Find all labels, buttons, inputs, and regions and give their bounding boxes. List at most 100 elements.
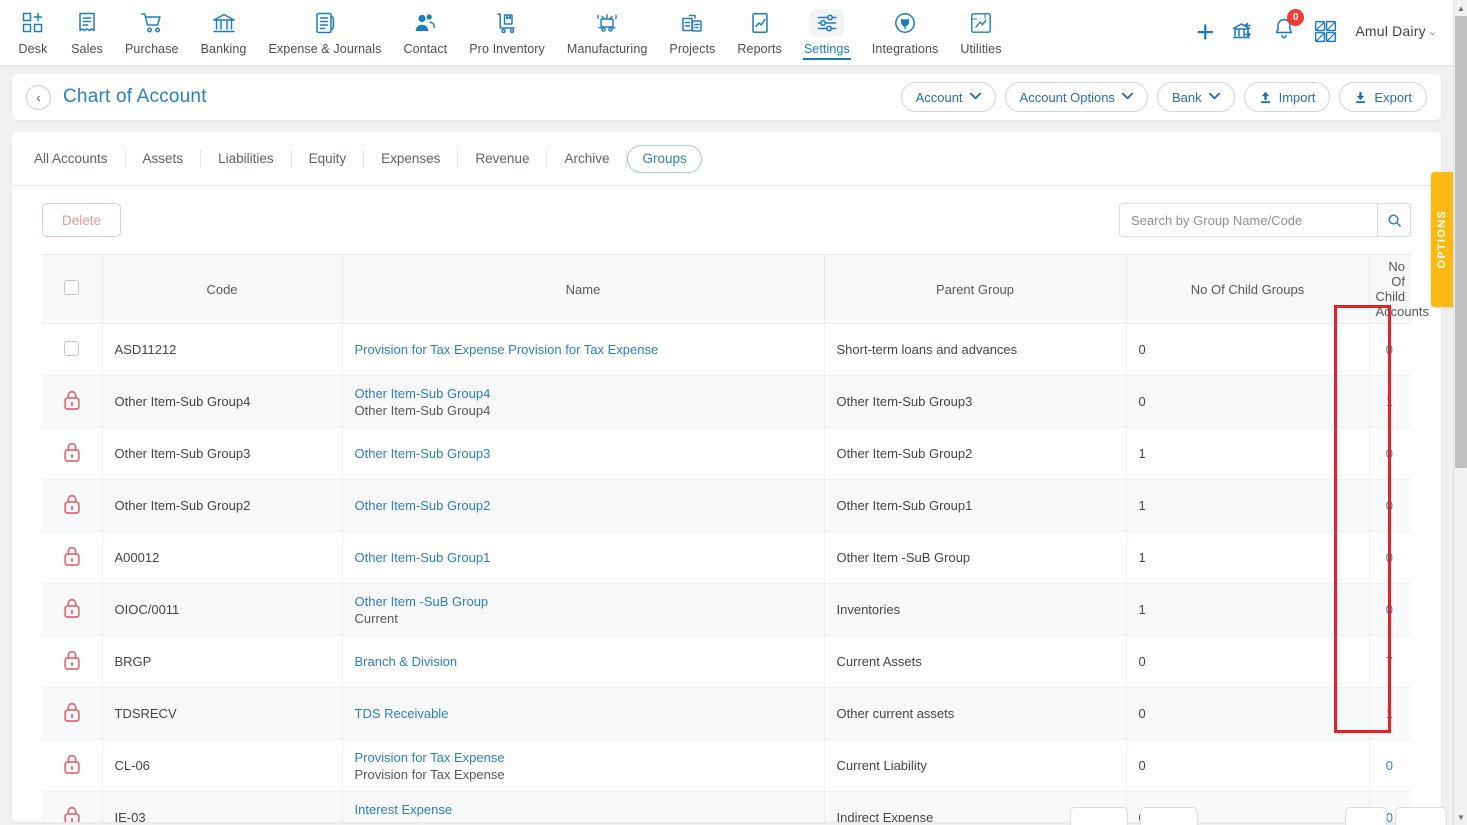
nav-item-manufacturing[interactable]: Manufacturing <box>556 0 659 56</box>
tab-all-accounts[interactable]: All Accounts <box>30 149 126 168</box>
row-select-cell <box>42 687 103 740</box>
row-name-link[interactable]: Branch & Division <box>355 653 812 670</box>
nav-item-pro-inventory[interactable]: Pro Inventory <box>458 0 556 56</box>
scroll-up-arrow-icon[interactable]: ▲ <box>1454 0 1467 16</box>
bank-transfer-icon[interactable] <box>1231 19 1255 43</box>
page-scrollbar[interactable]: ▲ ▼ <box>1453 0 1467 825</box>
row-name-link[interactable]: Other Item-Sub Group2 <box>355 497 812 514</box>
nav-item-label: Desk <box>18 42 48 56</box>
table-row[interactable]: IE-03Interest ExpenseInterest ExpenseInd… <box>42 791 1411 822</box>
table-row[interactable]: Other Item-Sub Group2 Other Item-Sub Grou… <box>42 479 1411 532</box>
tab-assets[interactable]: Assets <box>126 149 202 168</box>
nav-item-label: Integrations <box>871 42 939 56</box>
lock-icon-wrapper <box>62 702 82 726</box>
row-name-link[interactable]: TDS Receivable <box>355 705 812 722</box>
tab-equity[interactable]: Equity <box>292 149 365 168</box>
chevron-down-icon <box>1121 92 1133 103</box>
pagination-prev-ghost[interactable] <box>1070 807 1128 825</box>
button-label: Export <box>1374 89 1412 105</box>
table-row[interactable]: TDSRECV TDS Receivable Other current asset… <box>42 687 1411 740</box>
row-name-cell: Branch & Division <box>342 635 825 688</box>
row-checkbox[interactable] <box>64 340 80 356</box>
row-child-accounts-link[interactable]: 1 <box>1386 706 1393 721</box>
row-code-cell: ASD11212 <box>102 323 343 376</box>
row-name-link[interactable]: Provision for Tax Expense <box>355 749 812 766</box>
search-input[interactable] <box>1119 203 1377 237</box>
row-child-accounts-link[interactable]: 0 <box>1386 446 1393 461</box>
nav-item-purchase[interactable]: Purchase <box>114 0 190 56</box>
account-options-button[interactable]: Account Options <box>1004 82 1148 112</box>
table-row[interactable]: A00012 Other Item-Sub Group1 Other Item -S… <box>42 531 1411 584</box>
export-button[interactable]: Export <box>1339 82 1427 112</box>
nav-item-expense-journals[interactable]: Expense & Journals <box>257 0 392 56</box>
nav-item-desk[interactable]: Desk <box>6 0 60 56</box>
row-child-accounts-link[interactable]: 0 <box>1386 602 1393 617</box>
nav-item-settings[interactable]: Settings <box>793 0 861 60</box>
back-button[interactable]: ‹ <box>26 84 51 110</box>
dashboard-icon <box>21 9 45 37</box>
tab-label: Groups <box>642 150 687 166</box>
row-child-accounts-cell: 0 <box>1369 739 1411 792</box>
tab-revenue[interactable]: Revenue <box>458 149 548 168</box>
row-code-cell: TDSRECV <box>102 687 343 740</box>
row-child-accounts-link[interactable]: 0 <box>1386 758 1393 773</box>
pagination-page-ghost[interactable] <box>1345 807 1387 825</box>
nav-item-integrations[interactable]: Integrations <box>861 0 950 56</box>
row-name-link[interactable]: Other Item-Sub Group1 <box>355 549 812 566</box>
row-child-accounts-link[interactable]: 1 <box>1386 394 1393 409</box>
column-header-no-of-child-groups[interactable]: No Of Child Groups <box>1126 254 1370 324</box>
nav-item-sales[interactable]: Sales <box>60 0 114 56</box>
apps-grid-icon[interactable] <box>1313 19 1338 44</box>
notifications-bell-icon[interactable]: 0 <box>1272 9 1305 46</box>
reports-icon <box>748 9 772 37</box>
scrollbar-thumb[interactable] <box>1455 16 1467 468</box>
nav-item-projects[interactable]: Projects <box>658 0 726 56</box>
row-code-cell: Other Item-Sub Group4 <box>102 375 343 428</box>
table-row[interactable]: Other Item-Sub Group4 Other Item-Sub Grou… <box>42 375 1411 428</box>
delete-button[interactable]: Delete <box>42 203 122 237</box>
row-name-link[interactable]: Other Item-Sub Group4 <box>355 385 812 402</box>
nav-item-banking[interactable]: Banking <box>190 0 258 56</box>
nav-item-reports[interactable]: Reports <box>726 0 792 56</box>
tab-liabilities[interactable]: Liabilities <box>201 149 292 168</box>
user-menu[interactable]: Amul Dairy ⌄ <box>1355 23 1437 39</box>
tab-archive[interactable]: Archive <box>547 149 628 168</box>
table-row[interactable]: ASD11212 Provision for Tax Expense Provis… <box>42 323 1411 376</box>
add-new-icon[interactable]: + <box>1196 16 1214 47</box>
row-name-cell: Other Item-Sub Group3 <box>342 427 825 480</box>
select-all-checkbox[interactable] <box>64 280 80 295</box>
account-button[interactable]: Account <box>900 82 996 112</box>
row-child-accounts-cell: 7 <box>1369 635 1411 688</box>
pagination-next-ghost[interactable] <box>1140 807 1198 825</box>
row-name-link[interactable]: Provision for Tax Expense Provision for … <box>355 341 812 358</box>
table-row[interactable]: CL-06 Provision for Tax Expense Provision … <box>42 739 1411 792</box>
nav-item-utilities[interactable]: Utilities <box>949 0 1012 56</box>
pagination-size-ghost[interactable] <box>1395 807 1447 825</box>
row-name-link[interactable]: Other Item-Sub Group3 <box>355 445 812 462</box>
row-child-accounts-link[interactable]: 7 <box>1386 654 1393 669</box>
options-side-tab-label: OPTIONS <box>1436 210 1448 269</box>
table-row[interactable]: BRGP Branch & Division Current Assets 0 7 <box>42 635 1411 688</box>
row-child-accounts-link[interactable]: 0 <box>1386 342 1393 357</box>
tab-expenses[interactable]: Expenses <box>364 149 459 168</box>
nav-item-contact[interactable]: Contact <box>392 0 458 56</box>
import-button[interactable]: Import <box>1243 82 1331 112</box>
column-header-parent-group[interactable]: Parent Group <box>824 254 1127 324</box>
options-side-tab[interactable]: OPTIONS <box>1431 172 1453 307</box>
page-title: Chart of Account <box>63 86 207 107</box>
row-name-link[interactable]: Interest Expense <box>355 801 812 818</box>
row-child-accounts-link[interactable]: 0 <box>1386 550 1393 565</box>
row-select-cell <box>42 791 103 822</box>
chevron-down-icon <box>969 92 981 103</box>
table-row[interactable]: Other Item-Sub Group3 Other Item-Sub Grou… <box>42 427 1411 480</box>
scroll-down-arrow-icon[interactable]: ▼ <box>1454 809 1467 825</box>
row-name-link[interactable]: Other Item -SuB Group <box>355 593 812 610</box>
bank-button[interactable]: Bank <box>1156 82 1235 112</box>
search-button[interactable] <box>1377 203 1411 237</box>
column-header-name[interactable]: Name <box>342 254 825 324</box>
row-child-accounts-link[interactable]: 0 <box>1386 498 1393 513</box>
table-row[interactable]: OIOC/0011 Other Item -SuB Group Current Inv… <box>42 583 1411 636</box>
column-header-no-of-child-accounts[interactable]: No Of Child Accounts <box>1369 254 1429 324</box>
tab-groups[interactable]: Groups <box>627 144 702 173</box>
column-header-code[interactable]: Code <box>102 254 343 324</box>
